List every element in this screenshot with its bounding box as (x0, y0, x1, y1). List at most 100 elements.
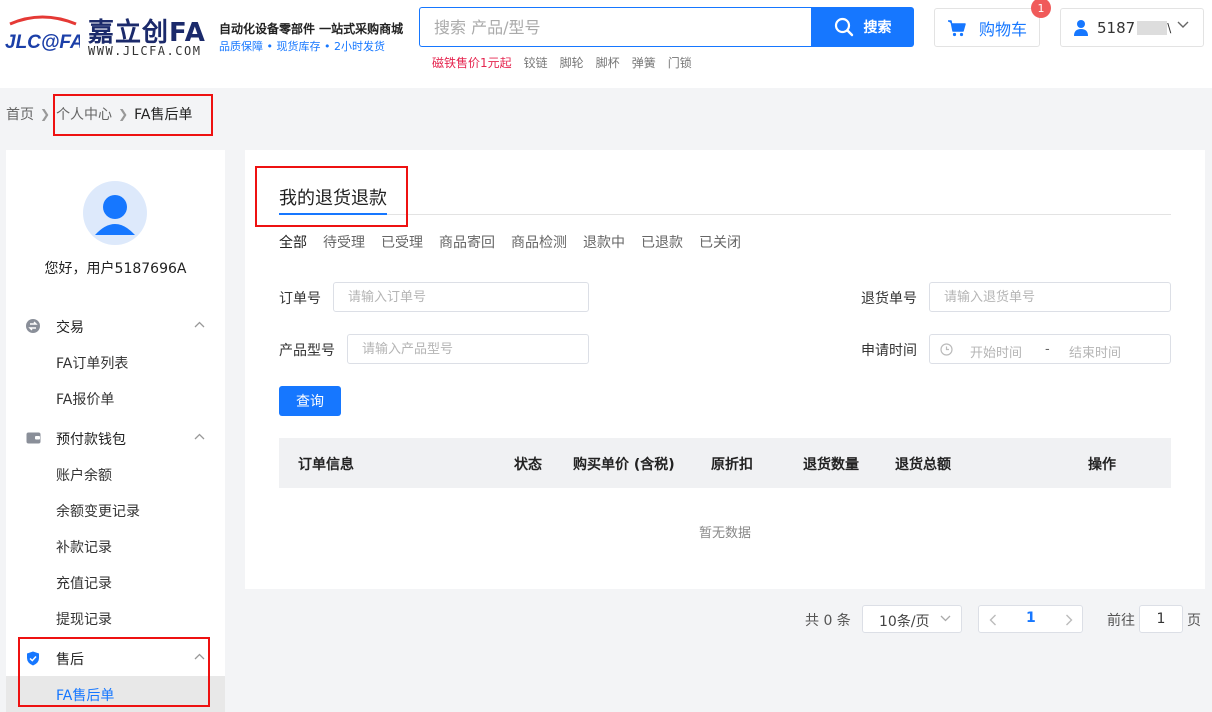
slogan-sub: 品质保障 • 现货库存 • 2小时发货 (219, 40, 385, 53)
breadcrumb-center[interactable]: 个人中心 (56, 104, 112, 124)
filter-tab-closed[interactable]: 已关闭 (699, 232, 741, 252)
column-header: 退货总额 (895, 457, 951, 473)
search-input[interactable] (420, 8, 812, 46)
sidebar-group-trade[interactable]: 交易 (6, 308, 225, 344)
column-header: 状态 (514, 457, 542, 473)
sidebar: 您好，用户5187696A 交易 FA订单列表 FA报价单 预付款钱包 账户余额… (6, 150, 225, 712)
avatar-user-icon (95, 195, 135, 235)
hot-word[interactable]: 脚轮 (560, 54, 584, 71)
order-no-field (333, 282, 589, 312)
cart-icon (947, 19, 966, 36)
chevron-down-icon (940, 615, 951, 622)
date-start[interactable]: 开始时间 (970, 342, 1022, 361)
chevron-left-icon[interactable] (989, 614, 997, 626)
goto-label: 前往 (1107, 613, 1135, 629)
column-header: 购买单价 (含税) (573, 457, 675, 473)
filter-tab-pending[interactable]: 待受理 (323, 232, 365, 252)
filter-tab-refunded[interactable]: 已退款 (641, 232, 683, 252)
return-no-input[interactable] (930, 283, 1170, 311)
search-button[interactable]: 搜索 (811, 7, 914, 47)
sidebar-item-fa-orders[interactable]: FA订单列表 (6, 344, 225, 380)
user-menu-button[interactable]: 5187 \ (1060, 8, 1204, 47)
page-title[interactable]: 我的退货退款 (279, 184, 387, 210)
sidebar-group-label: 预付款钱包 (56, 432, 126, 448)
sidebar-item-label: 余额变更记录 (56, 504, 140, 520)
slogan: 自动化设备零部件 一站式采购商城 (219, 22, 404, 36)
chevron-right-icon: ❯ (40, 107, 51, 121)
sidebar-item-label: 账户余额 (56, 468, 112, 484)
user-label-tail: \ (1167, 20, 1172, 35)
chevron-down-icon (1177, 21, 1189, 28)
goto-field (1139, 605, 1183, 633)
masked-text (1137, 20, 1168, 35)
sidebar-item-withdraw[interactable]: 提现记录 (6, 600, 225, 636)
filter-tab-inspecting[interactable]: 商品检测 (511, 232, 567, 252)
sidebar-group-label: 售后 (56, 652, 84, 668)
clock-icon (940, 343, 953, 356)
sidebar-item-recharge[interactable]: 充值记录 (6, 564, 225, 600)
column-header: 原折扣 (711, 457, 753, 473)
pagination-total: 共 0 条 (805, 613, 851, 629)
user-label: 5187 (1097, 18, 1136, 37)
sidebar-item-fa-after-sales[interactable]: FA售后单 (6, 676, 225, 712)
hot-words: 磁铁售价1元起 铰链 脚轮 脚杯 弹簧 门锁 (432, 54, 692, 71)
search-icon (834, 17, 853, 37)
hot-word[interactable]: 门锁 (668, 54, 692, 71)
sidebar-item-label: 补款记录 (56, 540, 112, 556)
filter-tab-refunding[interactable]: 退款中 (583, 232, 625, 252)
sidebar-group-label: 交易 (56, 320, 84, 336)
order-no-input[interactable] (334, 283, 588, 311)
filter-tab-all[interactable]: 全部 (279, 232, 307, 252)
page-size-value: 10条/页 (879, 614, 930, 630)
page-number-current[interactable]: 1 (1026, 610, 1036, 626)
filter-tab-accepted[interactable]: 已受理 (381, 232, 423, 252)
site-logo[interactable]: JLC@FA 嘉立创FA WWW.JLCFA.COM (4, 8, 214, 62)
hot-word[interactable]: 弹簧 (632, 54, 656, 71)
hot-word[interactable]: 铰链 (524, 54, 548, 71)
column-header: 操作 (1088, 457, 1116, 473)
cart-button[interactable]: 购物车 (934, 8, 1040, 47)
status-filter-tabs: 全部 待受理 已受理 商品寄回 商品检测 退款中 已退款 已关闭 (279, 232, 741, 252)
filter-tab-returned[interactable]: 商品寄回 (439, 232, 495, 252)
sidebar-group-after-sales[interactable]: 售后 (6, 640, 225, 676)
cart-label: 购物车 (978, 19, 1027, 39)
date-separator: - (1045, 342, 1050, 357)
title-active-indicator (279, 213, 387, 215)
date-range-picker[interactable]: 开始时间 - 结束时间 (929, 334, 1171, 364)
avatar[interactable] (83, 181, 147, 245)
sidebar-item-fa-quotes[interactable]: FA报价单 (6, 380, 225, 416)
column-header: 订单信息 (298, 457, 354, 473)
sidebar-item-supplement[interactable]: 补款记录 (6, 528, 225, 564)
order-no-label: 订单号 (279, 291, 321, 307)
date-end[interactable]: 结束时间 (1069, 342, 1121, 361)
goto-page-input[interactable] (1140, 606, 1182, 632)
title-divider (279, 214, 1171, 215)
query-button[interactable]: 查询 (279, 386, 341, 416)
exchange-icon (26, 319, 40, 333)
chevron-up-icon (194, 433, 205, 440)
search-box (419, 7, 812, 47)
top-header: JLC@FA 嘉立创FA WWW.JLCFA.COM 自动化设备零部件 一站式采… (0, 0, 1212, 88)
main-panel: 我的退货退款 全部 待受理 已受理 商品寄回 商品检测 退款中 已退款 已关闭 … (245, 150, 1205, 589)
search-button-label: 搜索 (863, 20, 892, 36)
breadcrumb-home[interactable]: 首页 (6, 104, 34, 124)
cart-badge: 1 (1031, 0, 1051, 18)
user-icon (1074, 19, 1088, 36)
model-input[interactable] (348, 335, 588, 363)
logo-url: WWW.JLCFA.COM (88, 44, 202, 58)
return-no-label: 退货单号 (861, 291, 917, 307)
goto-suffix: 页 (1187, 613, 1201, 629)
hot-word[interactable]: 磁铁售价1元起 (432, 54, 512, 71)
sidebar-item-label: 充值记录 (56, 576, 112, 592)
sidebar-item-balance[interactable]: 账户余额 (6, 456, 225, 492)
breadcrumb-current: FA售后单 (134, 107, 193, 123)
shield-icon (27, 651, 39, 666)
sidebar-item-label: FA订单列表 (56, 356, 129, 372)
breadcrumb: 首页 ❯ 个人中心 ❯ FA售后单 (6, 104, 192, 124)
sidebar-group-wallet[interactable]: 预付款钱包 (6, 420, 225, 456)
sidebar-item-balance-log[interactable]: 余额变更记录 (6, 492, 225, 528)
page-size-select[interactable]: 10条/页 (862, 605, 962, 633)
hot-word[interactable]: 脚杯 (596, 54, 620, 71)
chevron-right-icon[interactable] (1065, 614, 1073, 626)
wallet-icon (26, 432, 41, 444)
